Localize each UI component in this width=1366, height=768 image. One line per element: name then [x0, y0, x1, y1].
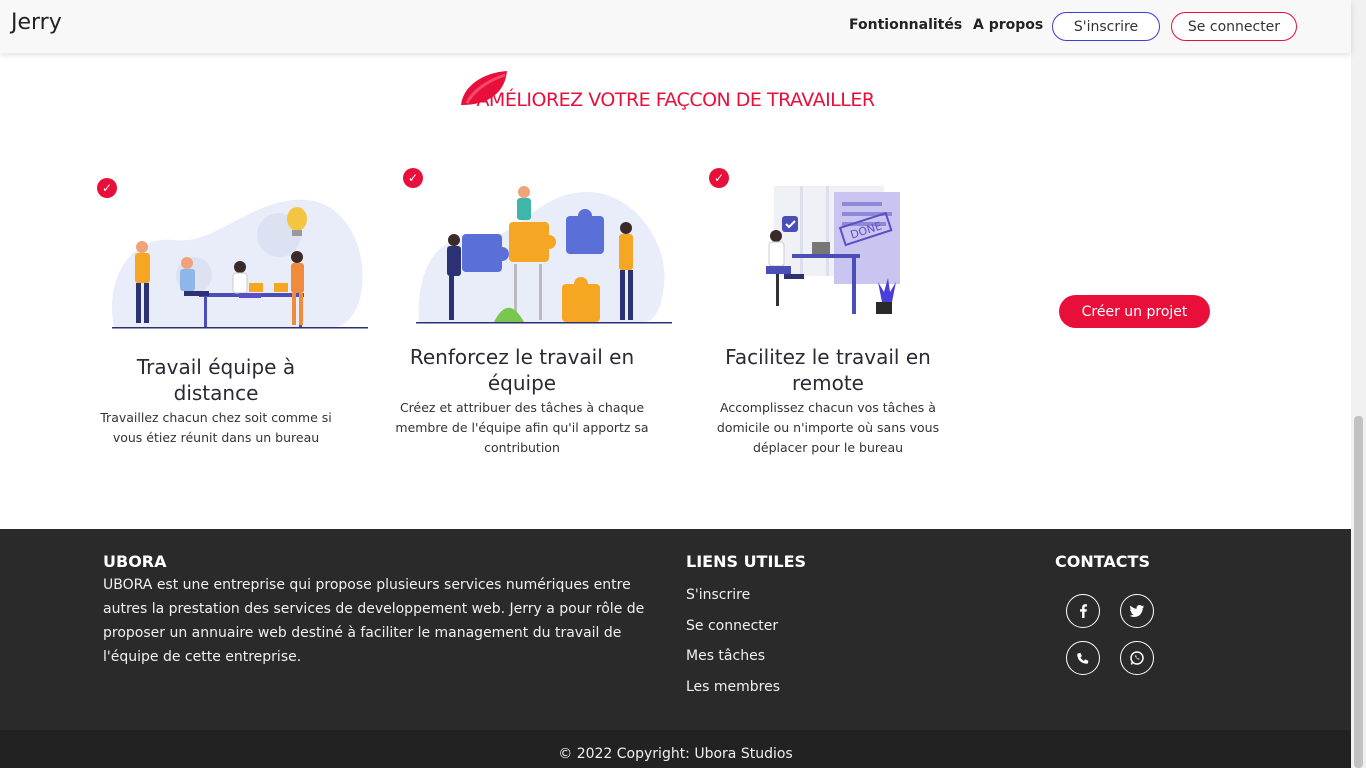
navbar: Jerry Fontionnalités A propos S'inscrire… — [0, 0, 1351, 53]
footer-about-title: UBORA — [103, 552, 167, 571]
footer-link-members[interactable]: Les membres — [686, 679, 780, 710]
nav-link-features[interactable]: Fontionnalités — [849, 17, 962, 33]
phone-icon[interactable] — [1066, 641, 1100, 675]
feature-description: Accomplissez chacun vos tâches à domicil… — [716, 400, 940, 455]
nav-link-about[interactable]: A propos — [973, 17, 1043, 33]
twitter-icon[interactable] — [1120, 594, 1154, 628]
footer-link-signup[interactable]: S'inscrire — [686, 587, 780, 618]
footer-links-list: S'inscrire Se connecter Mes tâches Les m… — [686, 587, 780, 709]
check-icon: ✓ — [709, 168, 729, 188]
feature-description: Travaillez chacun chez soit comme si vou… — [100, 410, 332, 445]
facebook-icon[interactable] — [1066, 594, 1100, 628]
signup-button[interactable]: S'inscrire — [1052, 12, 1160, 41]
whatsapp-icon[interactable] — [1120, 641, 1154, 675]
footer: UBORA UBORA est une entreprise qui propo… — [0, 529, 1351, 730]
footer-link-my-tasks[interactable]: Mes tâches — [686, 648, 780, 679]
login-button[interactable]: Se connecter — [1171, 12, 1297, 41]
footer-contacts-title: CONTACTS — [1055, 552, 1150, 571]
brand-logo[interactable]: Jerry — [11, 10, 62, 35]
footer-about-text: UBORA est une entreprise qui propose plu… — [103, 577, 645, 665]
remote-work-illustration: DONE — [766, 186, 900, 314]
remote-team-illustration — [112, 199, 368, 329]
copyright-text: © 2022 Copyright: Ubora Studios — [0, 730, 1351, 768]
feature-title: Facilitez le travail en remote — [725, 345, 931, 395]
section-title: AMÉLIOREZ VOTRE FAÇCON DE TRAVAILLER — [476, 89, 875, 111]
scrollbar-thumb[interactable] — [1354, 416, 1363, 768]
create-project-button[interactable]: Créer un projet — [1059, 295, 1210, 328]
footer-link-login[interactable]: Se connecter — [686, 618, 780, 649]
feature-title: Renforcez le travail en équipe — [409, 345, 635, 395]
feature-title: Travail équipe à distance — [136, 355, 296, 405]
teamwork-puzzle-illustration — [416, 186, 672, 324]
feature-description: Créez et attribuer des tâches à chaque m… — [395, 400, 649, 455]
footer-links-title: LIENS UTILES — [686, 552, 807, 571]
scrollbar[interactable] — [1351, 0, 1366, 768]
